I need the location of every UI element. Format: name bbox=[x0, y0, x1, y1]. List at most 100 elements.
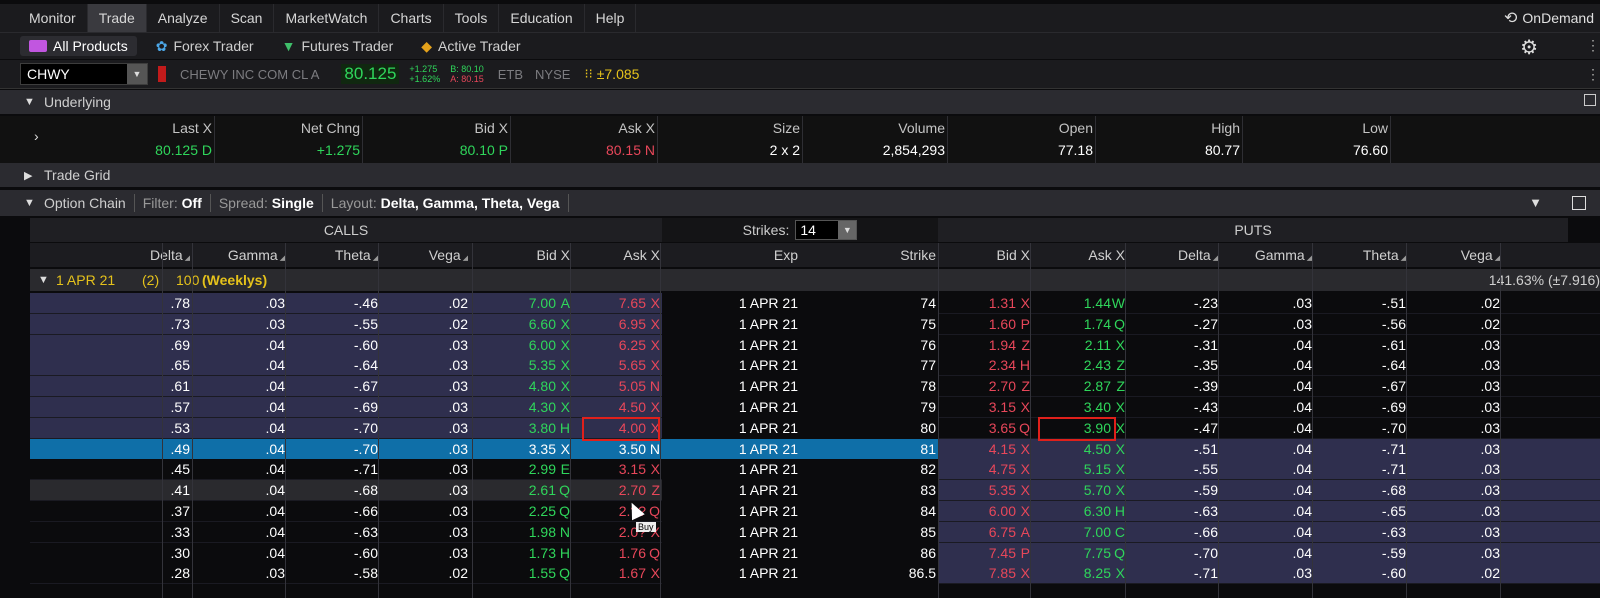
call-bid[interactable]: 1.55 bbox=[529, 563, 556, 583]
put-bid[interactable]: 6.00 bbox=[989, 501, 1016, 521]
chevron-right-icon[interactable]: › bbox=[34, 128, 39, 144]
call-ask[interactable]: 5.05 bbox=[619, 376, 646, 396]
option-chain-row[interactable]: .65.04 -.64.03 5.35 X 5.65 X 1 APR 21 77 2.34 H 2.… bbox=[30, 355, 1600, 377]
put-ask[interactable]: 6.30 bbox=[1084, 501, 1111, 521]
call-bid[interactable]: 6.60 bbox=[529, 314, 556, 334]
option-chain-row[interactable]: .61 .04 -.67 .03 4.80 X 5.05 N 1 APR 21 78 2.70 Z 2.… bbox=[30, 376, 1600, 398]
call-ask[interactable]: 7.65 bbox=[619, 293, 646, 313]
call-ask[interactable]: 6.25 bbox=[619, 335, 646, 355]
put-ask[interactable]: 3.40 bbox=[1084, 397, 1111, 417]
option-chain-row[interactable]: .78.03 -.46.02 7.00 A 7.65 X 1 APR 21 74 1.31 X 1.… bbox=[30, 293, 1600, 314]
call-header[interactable]: Gamma ◢ bbox=[228, 243, 285, 267]
tab-marketwatch[interactable]: MarketWatch bbox=[274, 4, 380, 32]
call-bid[interactable]: 1.73 bbox=[529, 543, 556, 563]
put-ask[interactable]: 2.11 bbox=[1085, 335, 1111, 355]
call-ask[interactable]: 3.15 bbox=[619, 459, 646, 479]
call-bid[interactable]: 6.00 bbox=[529, 335, 556, 355]
call-bid[interactable]: 3.80 bbox=[529, 418, 556, 438]
put-bid[interactable]: 7.45 bbox=[989, 543, 1016, 563]
put-bid[interactable]: 3.15 bbox=[989, 397, 1016, 417]
gear-icon[interactable]: ⚙ bbox=[1520, 35, 1538, 60]
tab-monitor[interactable]: Monitor bbox=[18, 4, 88, 32]
chevron-down-icon[interactable]: ▼ bbox=[1529, 195, 1542, 210]
tab-help[interactable]: Help bbox=[585, 4, 637, 32]
strikes-select[interactable]: 14 ▼ bbox=[795, 220, 858, 240]
call-bid[interactable]: 4.30 bbox=[529, 397, 556, 417]
futures-trader-button[interactable]: ▼ Futures Trader bbox=[273, 36, 403, 56]
call-header[interactable]: Delta ◢ bbox=[150, 243, 190, 267]
underlying-section-header[interactable]: ▼ Underlying bbox=[0, 90, 1600, 114]
option-chain-row[interactable]: .57.04 -.69.03 4.30 X 4.50 X 1 APR 21 79 3.15 X 3.… bbox=[30, 397, 1600, 418]
option-chain-row[interactable]: .30.04 -.60.03 1.73 H 1.76 Q 1 APR 21 86 7.45 P 7.… bbox=[30, 542, 1600, 564]
all-products-button[interactable]: All Products bbox=[20, 36, 137, 56]
put-ask[interactable]: 8.25 bbox=[1084, 563, 1111, 583]
put-ask[interactable]: 1.44 bbox=[1084, 293, 1111, 313]
option-chain-row[interactable]: .45.04 -.71.03 2.99 E 3.15 X 1 APR 21 82 4.75 X 5.… bbox=[30, 459, 1600, 481]
chevron-down-icon[interactable]: ▼ bbox=[38, 269, 49, 291]
call-header[interactable]: Ask X bbox=[623, 243, 660, 267]
option-chain-row[interactable]: .49.04 -.70.03 3.35 X 3.50 N 1 APR 21 81 4.15 X 4.… bbox=[30, 438, 1600, 460]
popout-icon[interactable] bbox=[1572, 196, 1586, 210]
put-header[interactable]: Bid X bbox=[997, 243, 1030, 267]
option-chain-row[interactable]: .53.04 -.70.03 3.80 H 4.00 X 1 APR 21 80 3.65 Q 3.… bbox=[30, 417, 1600, 439]
active-trader-button[interactable]: ◆ Active Trader bbox=[412, 36, 529, 56]
symbol-input[interactable]: CHWY ▼ bbox=[20, 63, 148, 85]
call-ask[interactable]: 3.50 bbox=[619, 439, 646, 459]
call-header[interactable]: Vega ◢ bbox=[429, 243, 468, 267]
put-header[interactable]: Theta ◢ bbox=[1363, 243, 1406, 267]
call-bid[interactable]: 3.35 bbox=[529, 439, 556, 459]
tab-tools[interactable]: Tools bbox=[444, 4, 500, 32]
put-ask[interactable]: 1.74 bbox=[1084, 314, 1111, 334]
put-header[interactable]: Gamma ◢ bbox=[1255, 243, 1312, 267]
chevron-down-icon[interactable]: ▼ bbox=[838, 221, 857, 239]
put-bid[interactable]: 4.15 bbox=[989, 439, 1016, 459]
put-bid[interactable]: 7.85 bbox=[989, 563, 1016, 583]
call-bid[interactable]: 1.98 bbox=[529, 522, 556, 542]
call-ask[interactable]: 5.65 bbox=[619, 355, 646, 375]
popout-icon[interactable] bbox=[1584, 94, 1596, 106]
option-chain-row[interactable]: .69.04 -.60.03 6.00 X 6.25 X 1 APR 21 76 1.94 Z 2.… bbox=[30, 334, 1600, 356]
put-bid[interactable]: 5.35 bbox=[989, 480, 1016, 500]
call-ask[interactable]: 4.50 bbox=[619, 397, 646, 417]
put-header[interactable]: Vega ◢ bbox=[1461, 243, 1500, 267]
spread-control[interactable]: Spread: Single bbox=[219, 195, 314, 211]
put-bid[interactable]: 4.75 bbox=[989, 459, 1016, 479]
call-bid[interactable]: 2.25 bbox=[529, 501, 556, 521]
call-ask[interactable]: 1.76 bbox=[619, 543, 646, 563]
put-bid[interactable]: 6.75 bbox=[989, 522, 1016, 542]
chevron-right-icon[interactable]: ▶ bbox=[24, 169, 38, 182]
put-ask[interactable]: 7.75 bbox=[1084, 543, 1111, 563]
expiry-group-row[interactable]: ▼ 1 APR 21 (2) 100 (Weeklys) 141.63% (±7… bbox=[30, 269, 1600, 291]
tab-scan[interactable]: Scan bbox=[220, 4, 275, 32]
call-bid[interactable]: 2.61 bbox=[529, 480, 556, 500]
option-chain-row[interactable]: .73.03 -.55.02 6.60 X 6.95 X 1 APR 21 75 1.60 P 1.… bbox=[30, 313, 1600, 335]
ondemand-button[interactable]: ⟲ OnDemand bbox=[1504, 4, 1594, 32]
mid-header[interactable]: Exp bbox=[774, 243, 798, 267]
call-header[interactable]: Bid X bbox=[537, 243, 570, 267]
put-bid[interactable]: 1.94 bbox=[989, 335, 1016, 355]
put-bid[interactable]: 3.65 bbox=[989, 418, 1016, 438]
put-ask[interactable]: 2.43 bbox=[1084, 355, 1111, 375]
menu-icon[interactable]: ⋮ bbox=[1586, 37, 1600, 54]
chevron-down-icon[interactable]: ▼ bbox=[127, 64, 147, 84]
put-ask[interactable]: 4.50 bbox=[1084, 439, 1111, 459]
call-bid[interactable]: 2.99 bbox=[529, 459, 556, 479]
option-chain-row[interactable]: .37.04 -.66.03 2.25 Q 2.?? Q 1 APR 21 84 6.00 X 6.… bbox=[30, 501, 1600, 522]
put-bid[interactable]: 1.31 bbox=[989, 293, 1016, 313]
chevron-down-icon[interactable]: ▼ bbox=[24, 197, 38, 209]
call-header[interactable]: Theta ◢ bbox=[335, 243, 378, 267]
tab-education[interactable]: Education bbox=[499, 4, 585, 32]
put-bid[interactable]: 1.60 bbox=[989, 314, 1016, 334]
put-header[interactable]: Delta ◢ bbox=[1178, 243, 1218, 267]
layout-control[interactable]: Layout: Delta, Gamma, Theta, Vega bbox=[331, 195, 560, 211]
tab-trade[interactable]: Trade bbox=[87, 4, 147, 32]
put-ask[interactable]: 5.15 bbox=[1084, 459, 1111, 479]
call-bid[interactable]: 7.00 bbox=[529, 293, 556, 313]
put-ask[interactable]: 7.00 bbox=[1084, 522, 1111, 542]
chevron-down-icon[interactable]: ▼ bbox=[24, 96, 38, 108]
call-bid[interactable]: 5.35 bbox=[529, 355, 556, 375]
tab-analyze[interactable]: Analyze bbox=[147, 4, 220, 32]
menu-icon[interactable]: ⋮ bbox=[1586, 66, 1600, 83]
put-bid[interactable]: 2.34 bbox=[989, 355, 1016, 375]
trade-grid-section-header[interactable]: ▶ Trade Grid bbox=[0, 163, 1600, 187]
